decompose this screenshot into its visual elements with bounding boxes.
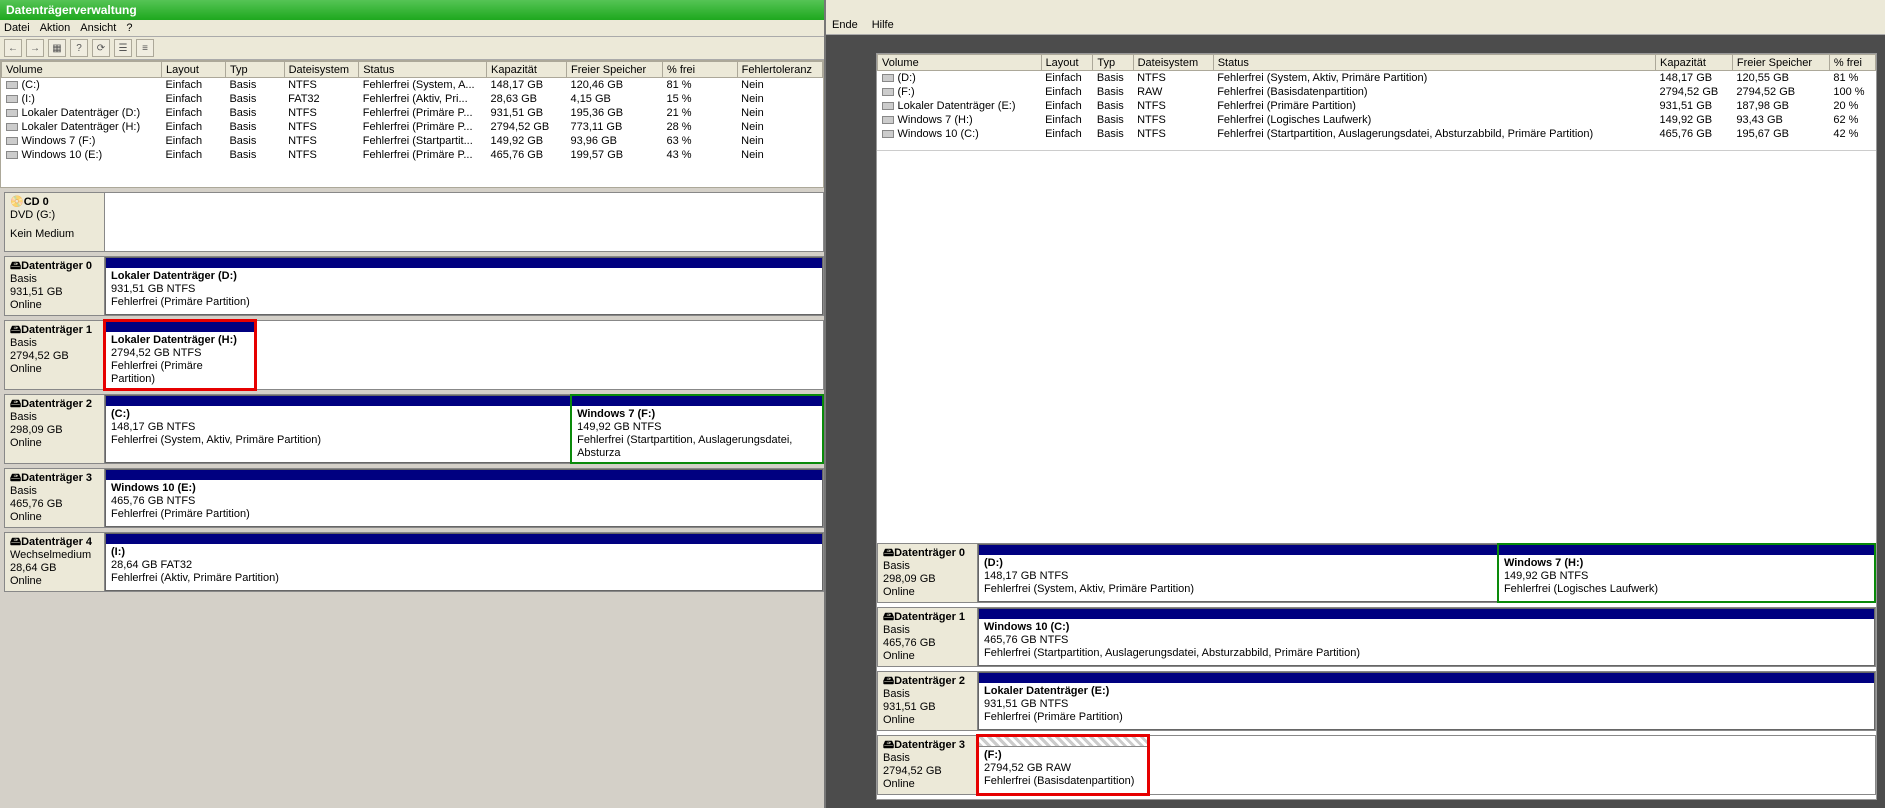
drive-icon (6, 151, 18, 159)
menu-aktion[interactable]: Aktion (40, 22, 71, 34)
col-header[interactable]: Status (359, 62, 487, 78)
col-header[interactable]: % frei (1829, 55, 1875, 71)
disk-row[interactable]: 🖴Datenträger 1Basis2794,52 GBOnlineLokal… (4, 320, 824, 390)
drive-icon (6, 109, 18, 117)
partition[interactable]: (D:)148,17 GB NTFSFehlerfrei (System, Ak… (978, 544, 1498, 602)
table-row[interactable]: Lokaler Datenträger (H:)EinfachBasisNTFS… (2, 120, 823, 134)
col-header[interactable]: Freier Speicher (567, 62, 663, 78)
drive-icon (882, 130, 894, 138)
col-header[interactable]: Layout (161, 62, 225, 78)
table-row[interactable]: Lokaler Datenträger (E:)EinfachBasisNTFS… (878, 99, 1876, 113)
disk-row[interactable]: 🖴Datenträger 3Basis2794,52 GBOnline(F:)2… (877, 735, 1876, 795)
table-row[interactable]: Windows 7 (F:)EinfachBasisNTFSFehlerfrei… (2, 134, 823, 148)
disk-row[interactable]: 🖴Datenträger 0Basis931,51 GBOnlineLokale… (4, 256, 824, 316)
left-window: Datenträgerverwaltung Datei Aktion Ansicht… (0, 0, 826, 808)
table-row[interactable]: (D:)EinfachBasisNTFSFehlerfrei (System, … (878, 71, 1876, 86)
disk-row[interactable]: 🖴Datenträger 3Basis465,76 GBOnlineWindow… (4, 468, 824, 528)
cd-letter: DVD (G:) (10, 209, 99, 222)
col-header[interactable]: Typ (1093, 55, 1133, 71)
table-row[interactable]: Windows 10 (E:)EinfachBasisNTFSFehlerfre… (2, 148, 823, 162)
cd-drive[interactable]: 📀CD 0 DVD (G:) Kein Medium (4, 192, 824, 252)
col-header[interactable]: % frei (662, 62, 737, 78)
col-header[interactable]: Freier Speicher (1732, 55, 1829, 71)
right-window: Ende Hilfe VolumeLayoutTypDateisystemStat… (826, 0, 1885, 808)
cd-name: CD 0 (24, 196, 49, 208)
partition[interactable]: Lokaler Datenträger (H:)2794,52 GB NTFSF… (105, 321, 255, 389)
col-header[interactable]: Volume (878, 55, 1042, 71)
col-header[interactable]: Kapazität (487, 62, 567, 78)
table-row[interactable]: Lokaler Datenträger (D:)EinfachBasisNTFS… (2, 106, 823, 120)
partition[interactable]: (C:)148,17 GB NTFSFehlerfrei (System, Ak… (105, 395, 571, 463)
partition[interactable]: (F:)2794,52 GB RAWFehlerfrei (Basisdaten… (978, 736, 1148, 794)
list-icon[interactable]: ≡ (136, 39, 154, 57)
help-icon[interactable]: ? (70, 39, 88, 57)
grid-icon[interactable]: ▦ (48, 39, 66, 57)
disk-row[interactable]: 🖴Datenträger 2Basis298,09 GBOnline(C:)14… (4, 394, 824, 464)
partition[interactable]: Windows 10 (E:)465,76 GB NTFSFehlerfrei … (105, 469, 823, 527)
table-row[interactable]: (I:)EinfachBasisFAT32Fehlerfrei (Aktiv, … (2, 92, 823, 106)
disk-row[interactable]: 🖴Datenträger 1Basis465,76 GBOnlineWindow… (877, 607, 1876, 667)
right-volume-list[interactable]: VolumeLayoutTypDateisystemStatusKapazitä… (877, 54, 1876, 150)
drive-icon (882, 116, 894, 124)
toolbar[interactable]: ← → ▦ ? ⟳ ☰ ≡ (0, 37, 824, 60)
disk-map[interactable]: 📀CD 0 DVD (G:) Kein Medium 🖴Datenträger … (0, 188, 824, 808)
right-titlebar (826, 0, 1885, 16)
partition[interactable]: Windows 7 (H:)149,92 GB NTFSFehlerfrei (… (1498, 544, 1875, 602)
menu-bar[interactable]: Datei Aktion Ansicht? (0, 20, 824, 37)
col-header[interactable]: Dateisystem (284, 62, 359, 78)
disk-row[interactable]: 🖴Datenträger 2Basis931,51 GBOnlineLokale… (877, 671, 1876, 731)
table-row[interactable]: (F:)EinfachBasisRAWFehlerfrei (Basisdate… (878, 85, 1876, 99)
col-header[interactable]: Volume (2, 62, 162, 78)
cd-state: Kein Medium (10, 228, 99, 241)
col-header[interactable]: Layout (1041, 55, 1093, 71)
table-row[interactable]: (C:)EinfachBasisNTFSFehlerfrei (System, … (2, 78, 823, 93)
partition[interactable]: Lokaler Datenträger (E:)931,51 GB NTFSFe… (978, 672, 1875, 730)
menu-ende[interactable]: Ende (832, 19, 858, 31)
menu-?[interactable]: ? (126, 22, 132, 34)
disk-row[interactable]: 🖴Datenträger 4Wechselmedium28,64 GBOnlin… (4, 532, 824, 592)
partition[interactable]: (I:)28,64 GB FAT32Fehlerfrei (Aktiv, Pri… (105, 533, 823, 591)
fwd-icon[interactable]: → (26, 39, 44, 57)
title-bar[interactable]: Datenträgerverwaltung (0, 0, 824, 20)
menu-ansicht[interactable]: Ansicht (80, 22, 116, 34)
col-header[interactable]: Dateisystem (1133, 55, 1213, 71)
table-row[interactable]: Windows 7 (H:)EinfachBasisNTFSFehlerfrei… (878, 113, 1876, 127)
right-menu-bar[interactable]: Ende Hilfe (826, 16, 1885, 35)
refresh-icon[interactable]: ⟳ (92, 39, 110, 57)
disk-row[interactable]: 🖴Datenträger 0Basis298,09 GBOnline(D:)14… (877, 543, 1876, 603)
menu-datei[interactable]: Datei (4, 22, 30, 34)
drive-icon (882, 88, 894, 96)
drive-icon (6, 95, 18, 103)
partition[interactable]: Windows 10 (C:)465,76 GB NTFSFehlerfrei … (978, 608, 1875, 666)
table-row[interactable]: Windows 10 (C:)EinfachBasisNTFSFehlerfre… (878, 127, 1876, 141)
col-header[interactable]: Status (1213, 55, 1655, 71)
drive-icon (882, 102, 894, 110)
col-header[interactable]: Kapazität (1656, 55, 1733, 71)
back-icon[interactable]: ← (4, 39, 22, 57)
col-header[interactable]: Fehlertoleranz (737, 62, 822, 78)
volume-list[interactable]: VolumeLayoutTypDateisystemStatusKapazitä… (0, 60, 824, 188)
drive-icon (6, 123, 18, 131)
props-icon[interactable]: ☰ (114, 39, 132, 57)
drive-icon (6, 81, 18, 89)
drive-icon (882, 74, 894, 82)
drive-icon (6, 137, 18, 145)
col-header[interactable]: Typ (225, 62, 284, 78)
partition[interactable]: Windows 7 (F:)149,92 GB NTFSFehlerfrei (… (571, 395, 823, 463)
partition[interactable]: Lokaler Datenträger (D:)931,51 GB NTFSFe… (105, 257, 823, 315)
menu-hilfe[interactable]: Hilfe (872, 19, 894, 31)
